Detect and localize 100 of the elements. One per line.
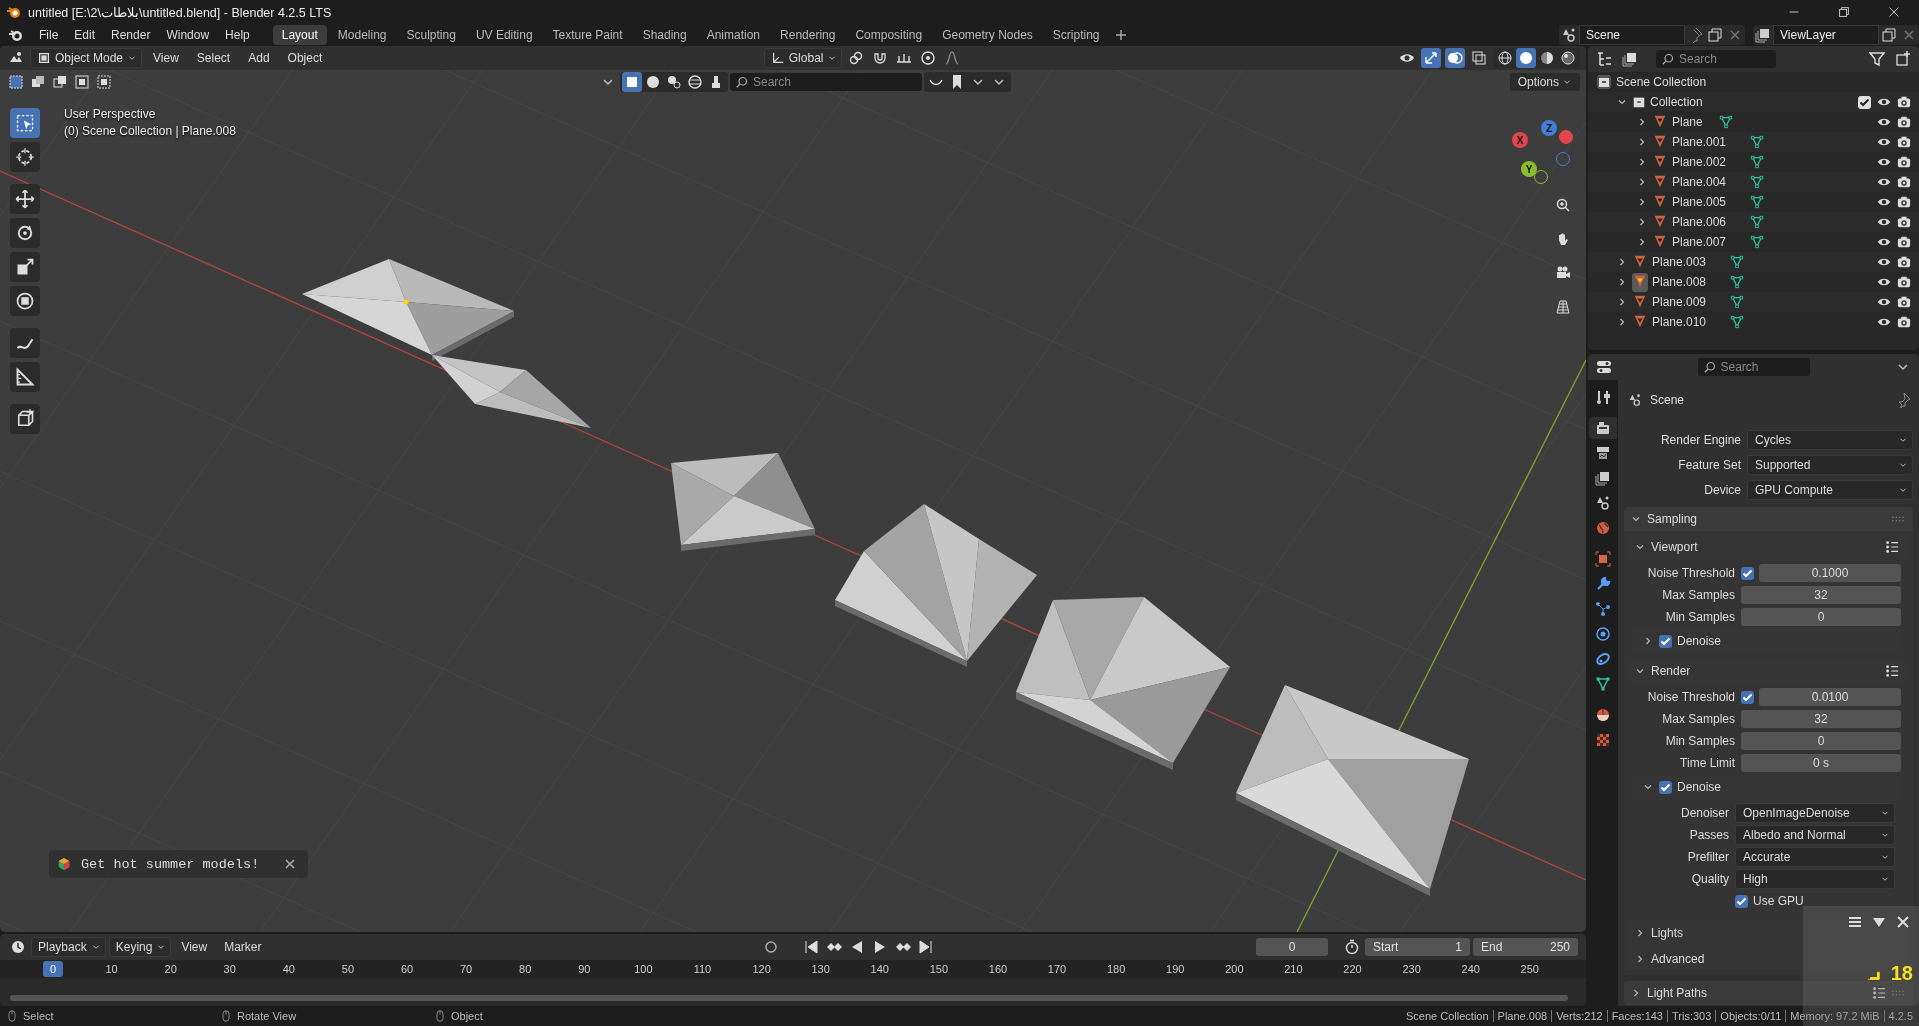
panel-title[interactable]: Denoise <box>1677 634 1722 648</box>
playhead[interactable]: 0 <box>43 961 63 977</box>
header-menu[interactable]: Playback <box>31 937 106 957</box>
overlay-icon[interactable] <box>1445 48 1465 68</box>
options-button[interactable]: Options <box>1509 73 1580 91</box>
axis-handle[interactable]: Y <box>1521 161 1537 177</box>
number-field[interactable]: 32 <box>1741 586 1901 604</box>
workspace-tab[interactable]: Animation <box>697 25 770 45</box>
dropdown[interactable]: GPU Compute <box>1747 479 1913 500</box>
menu-item[interactable]: Edit <box>67 26 103 44</box>
outliner-item[interactable]: Plane.004 <box>1672 175 1727 189</box>
duplicate-icon[interactable] <box>1705 25 1725 45</box>
panel-title[interactable]: Light Paths <box>1647 986 1708 1000</box>
outliner-item[interactable]: Plane.001 <box>1672 135 1727 149</box>
scene-selector[interactable]: Scene <box>1579 25 1685 45</box>
xray-icon[interactable] <box>1469 48 1489 68</box>
object-filter-icon[interactable] <box>622 72 642 92</box>
dropdown[interactable]: High <box>1735 869 1895 889</box>
workspace-tab[interactable]: Geometry Nodes <box>933 25 1042 45</box>
panel-title[interactable]: Viewport <box>1651 540 1698 554</box>
outliner-item[interactable]: Plane.007 <box>1672 235 1727 249</box>
number-field[interactable]: 0.1000 <box>1759 564 1901 582</box>
mesh-object-icon[interactable] <box>1632 272 1648 292</box>
start-frame-field[interactable]: Start 1 <box>1365 938 1470 956</box>
workspace-tab[interactable]: Sculpting <box>397 25 465 45</box>
select-box-icon[interactable] <box>10 108 40 138</box>
select-intersect-icon[interactable] <box>94 72 114 92</box>
outliner-item[interactable]: Plane.009 <box>1652 295 1707 309</box>
number-field[interactable]: 0 <box>1741 732 1901 750</box>
rotate-icon[interactable] <box>10 218 40 248</box>
header-menu[interactable]: Add <box>241 49 277 67</box>
workspace-tab[interactable]: Scripting <box>1043 25 1109 45</box>
outliner-item[interactable]: Plane.003 <box>1652 255 1707 269</box>
header-menu[interactable]: Object <box>280 49 330 67</box>
outliner-item[interactable]: Plane <box>1672 115 1703 129</box>
gizmo-icon[interactable] <box>1421 48 1441 68</box>
mode-dropdown[interactable]: Object Mode <box>30 48 143 68</box>
ruler-icon[interactable] <box>10 362 40 392</box>
checkbox[interactable] <box>1659 780 1672 794</box>
view-layer-selector[interactable]: ViewLayer <box>1773 25 1879 45</box>
dropdown[interactable]: Accurate <box>1735 847 1895 867</box>
transform-icon[interactable] <box>10 286 40 316</box>
checkbox-label[interactable]: Use GPU <box>1753 894 1804 908</box>
move-icon[interactable] <box>10 184 40 214</box>
search-field[interactable]: Search <box>1656 50 1776 68</box>
outliner-item[interactable]: Plane.002 <box>1672 155 1727 169</box>
outliner-item[interactable]: Plane.005 <box>1672 195 1727 209</box>
duplicate-icon[interactable] <box>1879 25 1899 45</box>
dropdown[interactable]: Albedo and Normal <box>1735 825 1895 845</box>
panel-title[interactable]: Render <box>1651 664 1691 678</box>
panel-title[interactable]: Advanced <box>1651 952 1705 966</box>
menu-item[interactable]: Help <box>218 26 257 44</box>
menu-item[interactable]: Render <box>104 26 158 44</box>
panel-title[interactable]: Sampling <box>1647 512 1698 526</box>
outliner-item[interactable]: Plane.006 <box>1672 215 1727 229</box>
rendered-sphere-icon[interactable] <box>1558 48 1578 68</box>
search-input[interactable]: Search <box>1720 360 1804 374</box>
workspace-tab[interactable]: Layout <box>272 25 327 45</box>
select-invert-icon[interactable] <box>72 72 92 92</box>
workspace-tab[interactable]: UV Editing <box>466 25 542 45</box>
orientation-dropdown[interactable]: Global <box>763 48 843 68</box>
search-field[interactable]: Search <box>1697 358 1810 376</box>
header-menu[interactable]: Select <box>189 49 238 67</box>
menu-item[interactable]: Window <box>159 26 217 44</box>
header-menu[interactable]: Marker <box>217 938 269 956</box>
workspace-tab[interactable]: Compositing <box>846 25 932 45</box>
add-cube-icon[interactable] <box>10 404 40 434</box>
search-input[interactable]: Search <box>1679 52 1770 66</box>
number-field[interactable]: 0.0100 <box>1759 688 1901 706</box>
search-field[interactable]: Search <box>730 73 922 91</box>
workspace-tab[interactable]: Rendering <box>771 25 845 45</box>
end-frame-field[interactable]: End 250 <box>1473 938 1578 956</box>
outliner-item[interactable]: Plane.010 <box>1652 315 1707 329</box>
dropdown[interactable]: OpenImageDenoise <box>1735 803 1895 823</box>
number-field[interactable]: 0 s <box>1741 754 1901 772</box>
header-menu[interactable]: Keying <box>108 937 172 957</box>
cursor-icon[interactable] <box>10 142 40 172</box>
outliner-item[interactable]: Scene Collection <box>1616 75 1707 89</box>
workspace-tab[interactable]: Shading <box>633 25 696 45</box>
outliner-item[interactable]: Plane.008 <box>1652 275 1707 289</box>
checkbox[interactable] <box>1735 894 1748 908</box>
scale-icon[interactable] <box>10 252 40 282</box>
axis-handle[interactable]: X <box>1512 132 1528 148</box>
checkbox[interactable] <box>1741 690 1754 704</box>
workspace-tab[interactable]: Modeling <box>328 25 396 45</box>
wireframe-sphere-icon[interactable] <box>1495 48 1515 68</box>
axis-handle[interactable]: Z <box>1541 120 1557 136</box>
pencil-icon[interactable] <box>10 328 40 358</box>
camera-back-icon[interactable] <box>1589 417 1617 439</box>
number-field[interactable]: 32 <box>1741 710 1901 728</box>
checkbox[interactable] <box>1741 566 1754 580</box>
dropdown[interactable]: Supported <box>1747 454 1913 475</box>
current-frame-field[interactable]: 0 <box>1256 938 1328 956</box>
panel-title[interactable]: Lights <box>1651 926 1684 940</box>
world-filter-icon[interactable] <box>685 72 705 92</box>
checkbox[interactable] <box>1659 634 1672 648</box>
panel-title[interactable]: Denoise <box>1677 780 1722 794</box>
funnel-icon[interactable] <box>1867 49 1887 69</box>
search-input[interactable]: Search <box>753 75 916 89</box>
dropdown[interactable]: Cycles <box>1747 429 1913 450</box>
